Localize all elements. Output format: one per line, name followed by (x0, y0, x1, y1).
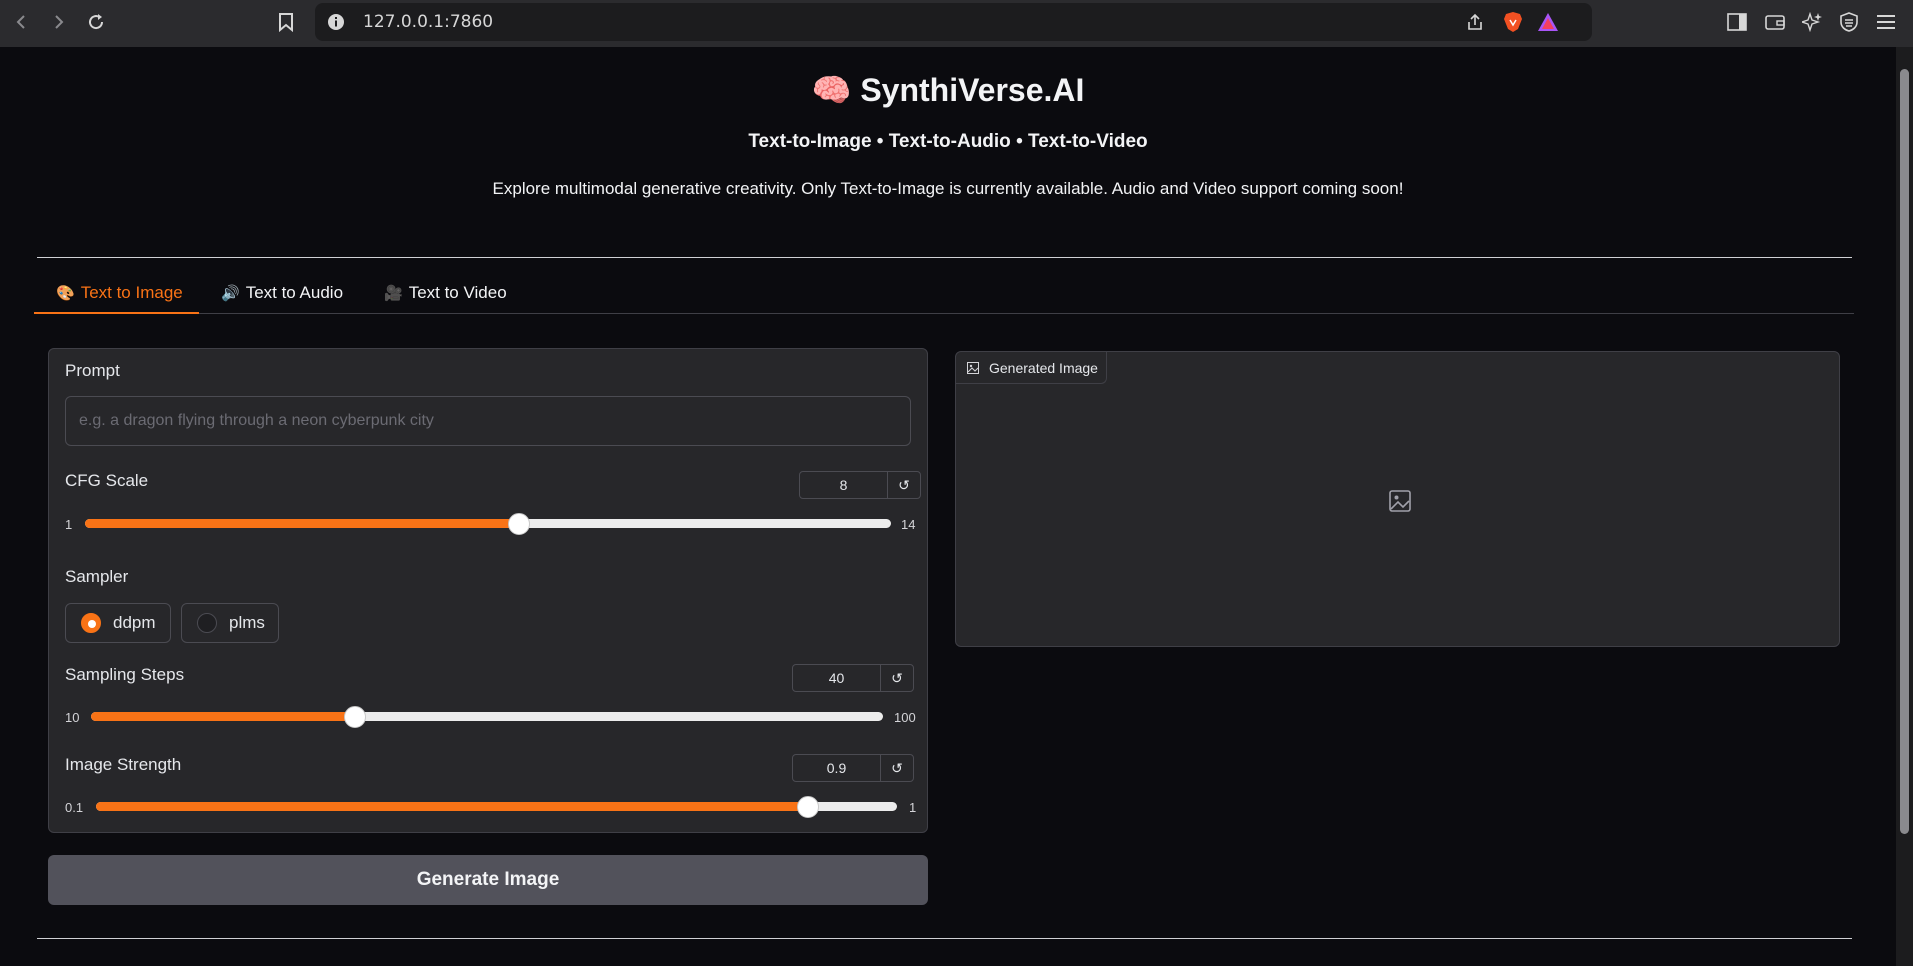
generated-image-panel: Generated Image (955, 351, 1840, 647)
url-text: 127.0.0.1:7860 (363, 12, 494, 32)
brave-shield-icon[interactable] (1502, 11, 1524, 38)
scrollbar-thumb[interactable] (1900, 69, 1909, 834)
sampling-steps-slider[interactable] (91, 706, 883, 728)
sampler-label: Sampler (65, 567, 129, 586)
sampler-option-plms[interactable]: plms (181, 603, 279, 643)
radio-label: plms (229, 613, 265, 632)
cfg-scale-label: CFG Scale (65, 471, 149, 490)
page-scrollbar[interactable] (1896, 47, 1913, 966)
reset-icon[interactable]: ↺ (888, 472, 920, 498)
image-placeholder-icon (1388, 489, 1412, 513)
image-strength-value[interactable]: 0.9 (793, 755, 881, 781)
tab-label: Text to Audio (245, 283, 344, 302)
image-strength-number: 0.9 ↺ (792, 754, 914, 782)
sampling-steps-label: Sampling Steps (65, 665, 185, 684)
slider-thumb[interactable] (797, 796, 820, 818)
forward-icon[interactable] (44, 8, 72, 36)
slider-thumb[interactable] (343, 706, 366, 728)
page-subtitle: Text-to-Image • Text-to-Audio • Text-to-… (748, 131, 1148, 152)
site-info-icon[interactable] (327, 13, 345, 36)
cfg-scale-max: 14 (901, 517, 916, 532)
slider-thumb[interactable] (507, 513, 530, 535)
generate-image-button[interactable]: Generate Image (48, 855, 928, 905)
radio-checked[interactable] (81, 613, 101, 633)
share-icon[interactable] (1465, 12, 1485, 37)
cfg-scale-value[interactable]: 8 (800, 472, 888, 498)
radio-unchecked[interactable] (197, 613, 217, 633)
reset-icon[interactable]: ↺ (881, 665, 913, 691)
video-camera-icon: 🎥 (384, 285, 403, 302)
tab-text-to-image[interactable]: 🎨 Text to Image (56, 279, 183, 307)
prompt-input[interactable] (65, 396, 911, 446)
radio-label: ddpm (113, 613, 156, 632)
address-bar[interactable]: 127.0.0.1:7860 (315, 3, 1592, 41)
sidebar-toggle-icon[interactable] (1725, 10, 1749, 34)
image-strength-label: Image Strength (65, 755, 182, 774)
speaker-icon: 🔊 (221, 285, 240, 302)
reset-icon[interactable]: ↺ (881, 755, 913, 781)
wallet-icon[interactable] (1763, 10, 1787, 34)
cfg-scale-number: 8 ↺ (799, 471, 921, 499)
tab-label: Text to Image (80, 283, 183, 302)
cfg-scale-min: 1 (65, 517, 73, 532)
bookmark-icon[interactable] (272, 8, 300, 36)
sampling-steps-max: 100 (894, 710, 916, 725)
image-icon (967, 361, 979, 374)
divider (37, 257, 1852, 258)
tab-text-to-video[interactable]: 🎥 Text to Video (384, 279, 507, 307)
tab-text-to-audio[interactable]: 🔊 Text to Audio (221, 279, 343, 307)
palette-icon: 🎨 (56, 285, 75, 302)
page-title: 🧠 SynthiVerse.AI (811, 72, 1085, 108)
sampling-steps-number: 40 ↺ (792, 664, 914, 692)
sampler-option-ddpm[interactable]: ddpm (65, 603, 171, 643)
image-strength-slider[interactable] (96, 796, 897, 818)
settings-panel: Prompt CFG Scale 8 ↺ 1 14 Sampler ddpm p… (48, 348, 928, 833)
tabs-border (34, 313, 1854, 314)
vpn-shield-icon[interactable] (1837, 10, 1861, 34)
back-icon[interactable] (8, 8, 36, 36)
divider (37, 938, 1852, 939)
image-strength-min: 0.1 (65, 800, 84, 815)
cfg-scale-slider[interactable] (85, 513, 891, 535)
generated-image-label: Generated Image (956, 352, 1107, 384)
active-tab-indicator (34, 312, 199, 314)
app-page: 🧠 SynthiVerse.AI Text-to-Image • Text-to… (0, 47, 1896, 966)
browser-toolbar: 127.0.0.1:7860 (0, 0, 1913, 47)
tab-label: Text to Video (408, 283, 507, 302)
menu-icon[interactable] (1874, 10, 1898, 34)
page-description: Explore multimodal generative creativity… (492, 179, 1404, 198)
leo-ai-icon[interactable] (1800, 10, 1824, 34)
reload-icon[interactable] (82, 8, 110, 36)
prompt-label: Prompt (65, 361, 120, 380)
sampling-steps-value[interactable]: 40 (793, 665, 881, 691)
output-label-text: Generated Image (989, 359, 1098, 376)
image-strength-max: 1 (909, 800, 917, 815)
brave-rewards-icon[interactable] (1537, 12, 1559, 37)
sampling-steps-min: 10 (65, 710, 80, 725)
